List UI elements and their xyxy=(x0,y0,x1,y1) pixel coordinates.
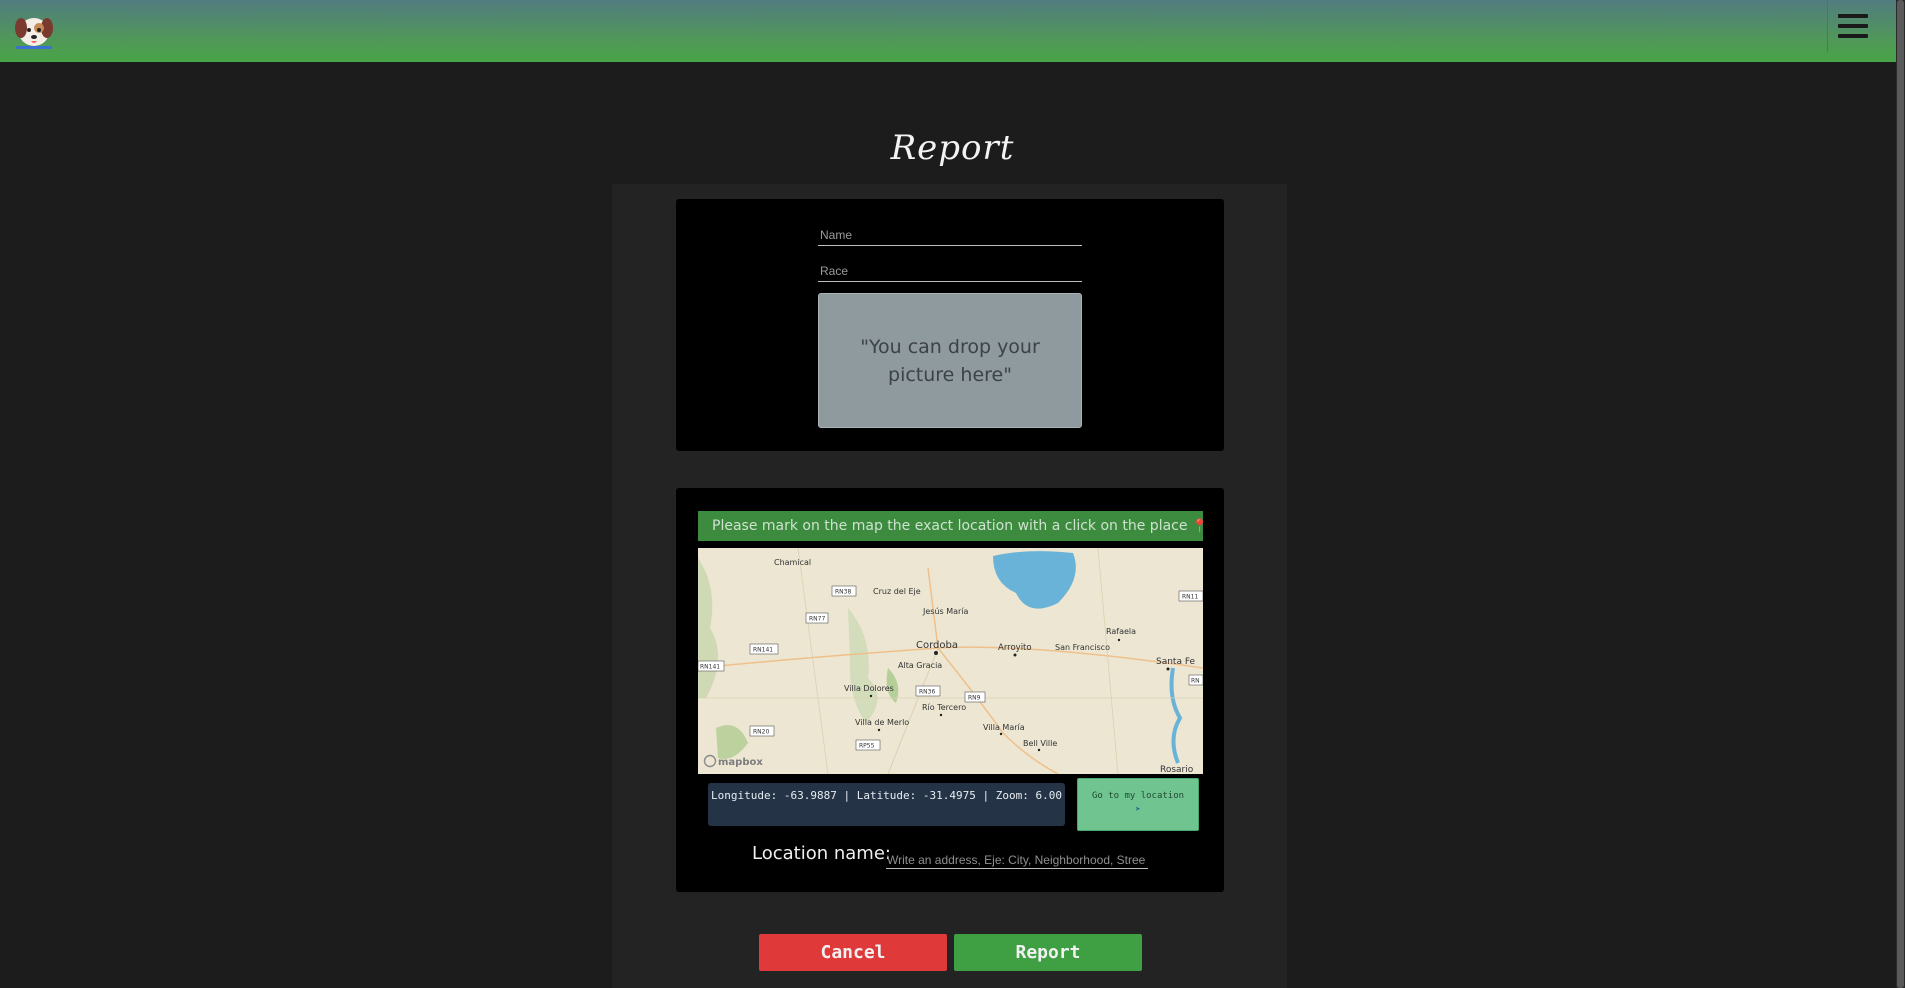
map-place-label: Cruz del Eje xyxy=(873,587,921,596)
map-place-label: Villa María xyxy=(983,723,1025,732)
road-shield: RN141 xyxy=(700,664,720,671)
road-shield: RN xyxy=(1191,678,1200,685)
road-shield: RN20 xyxy=(753,729,769,736)
location-map[interactable]: Chamical Cruz del Eje Jesús María Cordob… xyxy=(698,548,1203,774)
mapbox-attribution: mapbox xyxy=(718,757,763,768)
cancel-button[interactable]: Cancel xyxy=(759,934,947,971)
location-name-input[interactable] xyxy=(886,847,1148,868)
name-field[interactable] xyxy=(818,218,1082,246)
map-place-label: Santa Fe xyxy=(1156,657,1196,667)
map-place-label: Cordoba xyxy=(916,640,958,651)
top-navbar xyxy=(0,0,1905,62)
dog-logo-icon[interactable] xyxy=(12,8,56,52)
road-shield: RN9 xyxy=(968,695,981,702)
road-shield: RN38 xyxy=(835,589,851,596)
page-title: Report xyxy=(890,128,1015,168)
picture-dropzone[interactable]: "You can drop your picture here" xyxy=(818,293,1082,428)
race-input[interactable] xyxy=(818,254,1082,281)
map-pin-icon: 📍 xyxy=(1191,519,1203,534)
report-button[interactable]: Report xyxy=(954,934,1142,971)
location-name-label: Location name: xyxy=(752,843,891,864)
road-shield: RN141 xyxy=(753,647,773,654)
map-place-label: Alta Gracia xyxy=(898,661,942,670)
go-to-my-location-button[interactable]: Go to my location ➤ xyxy=(1077,778,1199,831)
map-place-label: Arroyito xyxy=(998,643,1032,653)
coordinates-readout: Longitude: -63.9887 | Latitude: -31.4975… xyxy=(708,783,1065,826)
map-place-label: Chamical xyxy=(774,558,811,567)
map-instruction-banner: Please mark on the map the exact locatio… xyxy=(698,511,1203,541)
road-shield: RN77 xyxy=(809,616,825,623)
dropzone-text: "You can drop your picture here" xyxy=(860,335,1040,386)
location-name-field[interactable] xyxy=(886,847,1148,869)
map-place-label: Villa de Merlo xyxy=(855,718,909,727)
map-place-label: Rosario xyxy=(1160,765,1194,774)
road-shield: RN36 xyxy=(919,689,935,696)
map-place-label: Rafaela xyxy=(1106,627,1136,636)
road-shield: RN11 xyxy=(1182,594,1198,601)
map-place-label: San Francisco xyxy=(1055,643,1110,652)
map-place-label: Río Tercero xyxy=(922,703,966,712)
race-field[interactable] xyxy=(818,254,1082,282)
map-place-label: Bell Ville xyxy=(1023,739,1057,748)
name-input[interactable] xyxy=(818,218,1082,245)
compass-icon: ➤ xyxy=(1135,805,1141,815)
map-place-label: Villa Dolores xyxy=(844,684,894,693)
locate-button-label: Go to my location xyxy=(1091,791,1185,801)
road-shield: RP55 xyxy=(859,743,875,750)
map-place-label: Jesús María xyxy=(922,607,969,616)
hamburger-menu-icon[interactable] xyxy=(1827,0,1877,52)
map-instruction-text: Please mark on the map the exact locatio… xyxy=(712,518,1188,534)
coordinates-text: Longitude: -63.9887 | Latitude: -31.4975… xyxy=(711,789,1062,802)
